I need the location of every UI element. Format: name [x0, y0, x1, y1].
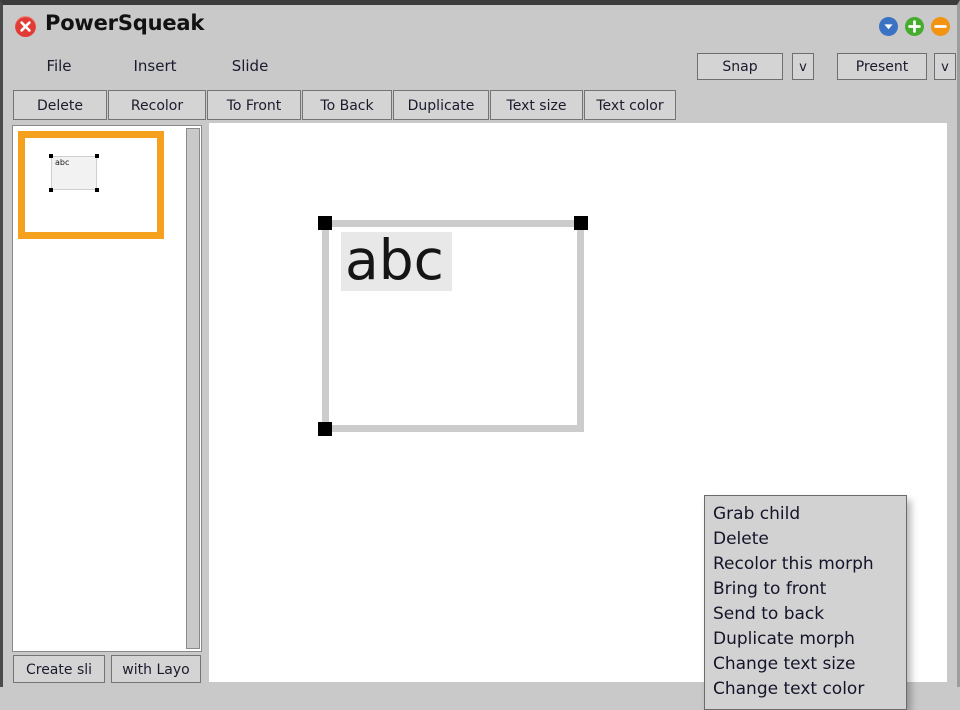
toolbar-button-text-color[interactable]: Text color — [584, 90, 676, 120]
toolbar-button-to-front[interactable]: To Front — [207, 90, 301, 120]
thumbnail-text-label: abc — [55, 158, 70, 167]
slide-thumbnail[interactable]: abc — [18, 131, 164, 239]
thumbnail-text-morph: abc — [49, 154, 99, 192]
text-morph-label: abc — [345, 228, 444, 292]
selected-morph[interactable]: abc — [318, 216, 588, 436]
plus-circle-icon[interactable] — [905, 17, 924, 36]
menu-item-file[interactable]: File — [29, 46, 89, 87]
slide-canvas[interactable]: abc Grab child Delete Recolor this morph Br… — [209, 123, 947, 710]
toolbar-button-delete[interactable]: Delete — [13, 90, 107, 120]
snap-button[interactable]: Snap — [697, 53, 783, 80]
toolbar-button-recolor[interactable]: Recolor — [108, 90, 206, 120]
create-slide-button[interactable]: Create sli — [13, 655, 105, 683]
present-dropdown-button[interactable]: v — [934, 53, 956, 80]
text-morph[interactable]: abc — [341, 228, 452, 292]
thumbnail-handle-bottom-right — [95, 188, 99, 192]
selection-handle-top-left[interactable] — [318, 216, 332, 230]
title-bar: PowerSqueak — [3, 5, 957, 46]
selection-edge-bottom — [322, 425, 584, 432]
toolbar-button-text-size[interactable]: Text size — [490, 90, 583, 120]
context-menu-item-change-text-color[interactable]: Change text color — [705, 677, 906, 702]
page-title: PowerSqueak — [45, 11, 205, 35]
selection-handle-top-right[interactable] — [574, 216, 588, 230]
close-circle-icon[interactable] — [15, 16, 36, 37]
toolbar-button-duplicate[interactable]: Duplicate — [393, 90, 489, 120]
minus-circle-icon[interactable] — [931, 17, 950, 36]
context-menu-item-change-text-size[interactable]: Change text size — [705, 652, 906, 677]
thumbnail-handle-top-left — [49, 154, 53, 158]
application-window: PowerSqueak File Insert Slide Snap v Pre… — [0, 0, 960, 710]
present-button[interactable]: Present — [837, 53, 927, 80]
snap-dropdown-button[interactable]: v — [792, 53, 814, 80]
sidebar-scrollbar[interactable] — [186, 128, 200, 649]
thumbnail-handle-bottom-left — [49, 188, 53, 192]
context-menu-item-send-to-back[interactable]: Send to back — [705, 602, 906, 627]
menu-item-insert[interactable]: Insert — [118, 46, 192, 87]
menu-item-slide[interactable]: Slide — [216, 46, 284, 87]
context-menu-item-delete[interactable]: Delete — [705, 527, 906, 552]
context-menu-item-duplicate-morph[interactable]: Duplicate morph — [705, 627, 906, 652]
action-toolbar: Delete Recolor To Front To Back Duplicate Tex… — [3, 90, 957, 122]
selection-edge-left — [322, 220, 329, 432]
selection-handle-bottom-left[interactable] — [318, 422, 332, 436]
selection-edge-top — [322, 220, 584, 227]
toolbar-button-to-back[interactable]: To Back — [302, 90, 392, 120]
context-menu-item-recolor-this-morph[interactable]: Recolor this morph — [705, 552, 906, 577]
selection-edge-right — [577, 220, 584, 432]
context-menu-item-grab-child[interactable]: Grab child — [705, 502, 906, 527]
with-layout-button[interactable]: with Layo — [111, 655, 201, 683]
chevron-down-circle-icon[interactable] — [879, 17, 898, 36]
slide-sidebar: abc — [12, 125, 202, 652]
thumbnail-handle-top-right — [95, 154, 99, 158]
context-menu[interactable]: Grab child Delete Recolor this morph Bring … — [704, 495, 907, 710]
context-menu-item-bring-to-front[interactable]: Bring to front — [705, 577, 906, 602]
